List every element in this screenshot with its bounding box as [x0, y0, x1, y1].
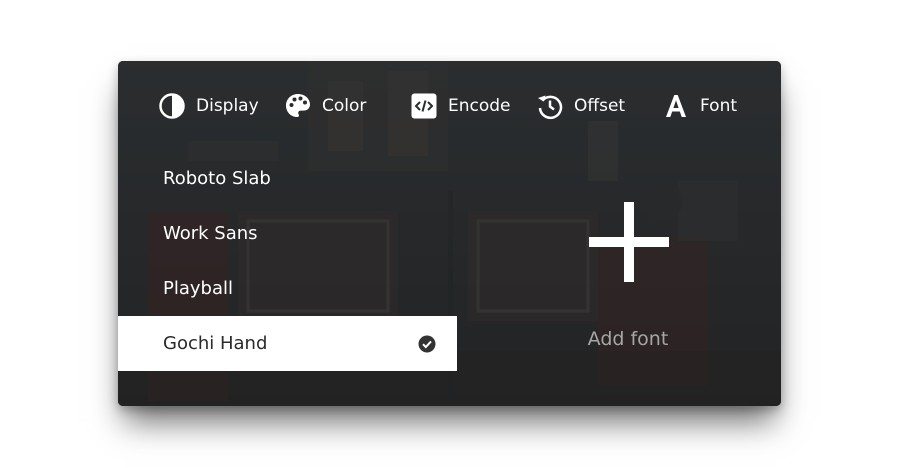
font-list: Roboto Slab Work Sans Playball Gochi Han…: [118, 151, 457, 371]
font-name: Roboto Slab: [163, 168, 271, 189]
tab-offset[interactable]: Offset: [536, 91, 625, 121]
tab-encode[interactable]: Encode: [410, 91, 511, 121]
font-name: Gochi Hand: [163, 333, 268, 354]
tab-label: Offset: [574, 96, 626, 116]
tab-label: Encode: [448, 96, 511, 116]
font-settings-panel: Display Color Encode Offset Font Roboto …: [118, 61, 781, 406]
tab-label: Color: [322, 96, 367, 116]
check-circle-icon: [418, 335, 436, 353]
font-list-item-selected[interactable]: Gochi Hand: [118, 316, 457, 371]
contrast-icon: [158, 92, 186, 120]
font-icon: [662, 92, 690, 120]
tab-font[interactable]: Font: [662, 91, 737, 121]
font-list-item[interactable]: Roboto Slab: [118, 151, 457, 206]
tab-display[interactable]: Display: [158, 91, 259, 121]
font-name: Work Sans: [163, 223, 258, 244]
tab-label: Display: [196, 96, 259, 116]
plus-icon: [589, 202, 669, 282]
toolbar: Display Color Encode Offset Font: [118, 61, 781, 151]
palette-icon: [284, 92, 312, 120]
code-icon: [410, 92, 438, 120]
tab-label: Font: [700, 96, 738, 116]
font-list-item[interactable]: Playball: [118, 261, 457, 316]
add-font-label: Add font: [587, 328, 669, 350]
tab-color[interactable]: Color: [284, 91, 366, 121]
add-font-button[interactable]: Add font: [558, 196, 698, 366]
history-icon: [536, 92, 564, 120]
font-name: Playball: [163, 278, 233, 299]
font-list-item[interactable]: Work Sans: [118, 206, 457, 261]
